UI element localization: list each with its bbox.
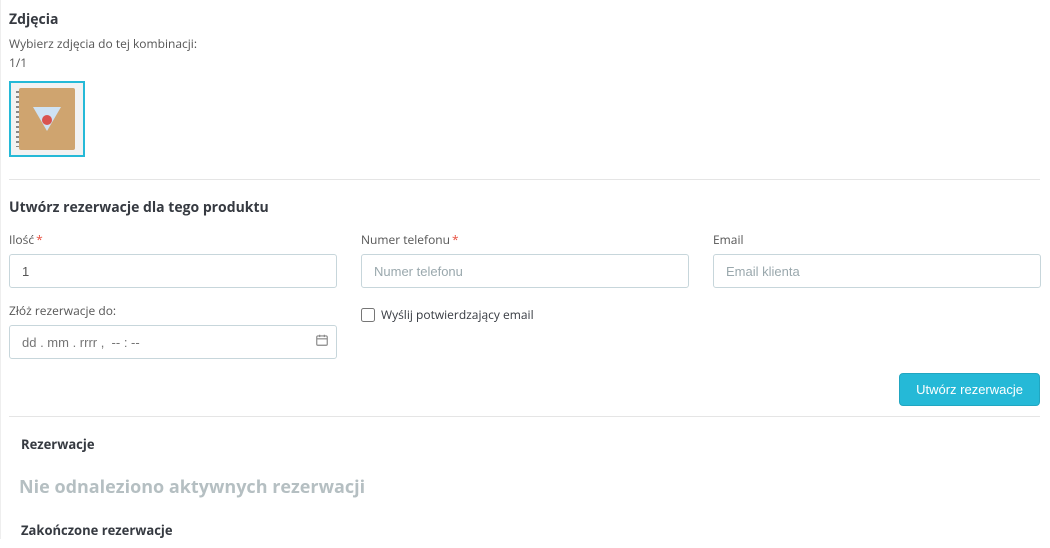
divider [9, 179, 1040, 180]
photo-thumbnail-selected[interactable] [9, 81, 85, 157]
phone-label: Numer telefonu* [361, 231, 689, 248]
product-image-icon [19, 88, 75, 150]
until-label: Złóż rezerwacje do: [9, 302, 337, 319]
reservations-section: Rezerwacje Nie odnaleziono aktywnych rez… [9, 435, 1040, 539]
phone-input[interactable] [361, 254, 689, 288]
email-label: Email [713, 231, 1041, 248]
photos-section: Zdjęcia Wybierz zdjęcia do tej kombinacj… [9, 10, 1040, 157]
qty-label: Ilość* [9, 231, 337, 248]
qty-input[interactable] [9, 254, 337, 288]
divider [9, 416, 1040, 417]
photos-counter: 1/1 [9, 54, 1040, 71]
form-title: Utwórz rezerwacje dla tego produktu [9, 198, 1040, 217]
confirm-email-label: Wyślij potwierdzający email [381, 306, 534, 323]
reservations-empty-message: Nie odnaleziono aktywnych rezerwacji [19, 475, 1040, 499]
create-reservation-button[interactable]: Utwórz rezerwacje [899, 373, 1040, 406]
email-input[interactable] [713, 254, 1041, 288]
photos-title: Zdjęcia [9, 10, 1040, 29]
reservations-title: Rezerwacje [21, 435, 1040, 453]
date-input[interactable] [9, 325, 337, 359]
confirm-email-checkbox[interactable] [361, 308, 375, 322]
reservation-form: Utwórz rezerwacje dla tego produktu Iloś… [9, 198, 1040, 406]
closed-reservations-title: Zakończone rezerwacje [21, 521, 1040, 539]
photo-thumbnails [9, 81, 1040, 157]
photos-hint: Wybierz zdjęcia do tej kombinacji: [9, 35, 1040, 52]
